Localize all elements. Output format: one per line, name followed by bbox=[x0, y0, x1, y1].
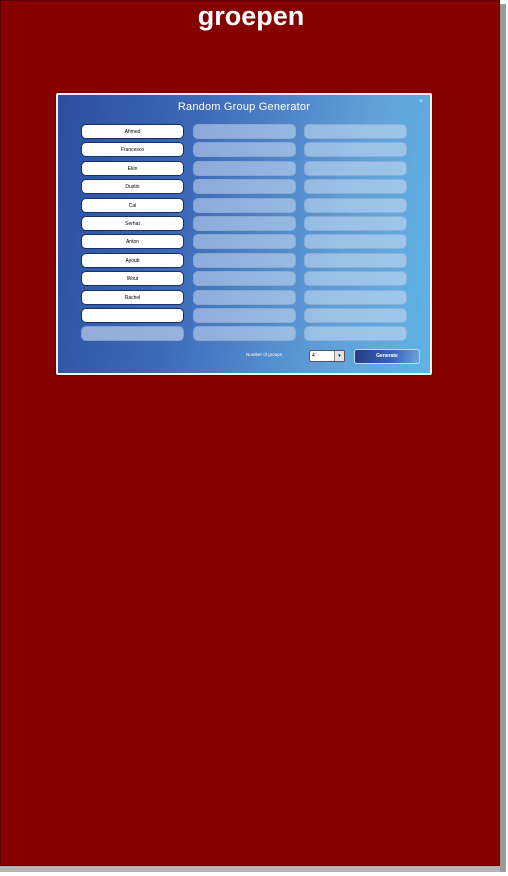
number-of-groups-label: Number of groups bbox=[246, 352, 283, 357]
group-cell bbox=[304, 124, 407, 139]
name-input[interactable]: Cal bbox=[81, 197, 184, 213]
group-cell bbox=[304, 215, 407, 231]
group-cell bbox=[193, 234, 296, 250]
number-of-groups-value: 4 bbox=[312, 353, 315, 359]
group-cell bbox=[193, 215, 296, 231]
group-cell bbox=[193, 179, 296, 195]
generate-button[interactable]: Generate bbox=[354, 349, 420, 364]
page-title: groepen bbox=[197, 1, 305, 31]
page: groepen Random Group Generator × Ahmed F… bbox=[0, 0, 500, 866]
name-input[interactable]: Serhat bbox=[81, 215, 184, 231]
group-cell bbox=[304, 326, 407, 342]
name-input[interactable]: Anton bbox=[81, 234, 184, 250]
name-input[interactable]: Dustin bbox=[81, 179, 184, 195]
group-cell bbox=[304, 307, 407, 323]
name-input[interactable]: Rachel bbox=[81, 289, 184, 305]
name-input[interactable]: Ayoub bbox=[81, 252, 184, 268]
names-column: Ahmed Francesco Ekin Dustin Cal Serhat A… bbox=[81, 124, 184, 345]
group-cell bbox=[304, 197, 407, 213]
group-cell bbox=[193, 160, 296, 176]
group-column-1 bbox=[193, 124, 296, 345]
group-cell bbox=[304, 252, 407, 268]
name-input[interactable]: Ahmed bbox=[81, 124, 184, 139]
number-of-groups-select[interactable]: 4 ▾ bbox=[309, 350, 345, 362]
name-input[interactable]: Wout bbox=[81, 271, 184, 287]
group-cell bbox=[193, 142, 296, 158]
widget-panel: Random Group Generator × Ahmed Francesco… bbox=[58, 95, 430, 373]
close-icon[interactable]: × bbox=[419, 98, 423, 105]
widget-title: Random Group Generator bbox=[177, 101, 311, 113]
random-group-generator-widget: Random Group Generator × Ahmed Francesco… bbox=[56, 93, 432, 375]
group-cell bbox=[304, 234, 407, 250]
group-cell bbox=[304, 289, 407, 305]
group-cell bbox=[304, 160, 407, 176]
page-bottom-bar bbox=[0, 866, 500, 872]
group-cell bbox=[193, 124, 296, 139]
name-input[interactable]: Ekin bbox=[81, 160, 184, 176]
group-cell bbox=[193, 289, 296, 305]
group-cell bbox=[193, 271, 296, 287]
name-input[interactable]: Francesco bbox=[81, 142, 184, 158]
name-input[interactable] bbox=[81, 307, 184, 323]
name-input-empty[interactable] bbox=[81, 326, 184, 342]
group-cell bbox=[193, 252, 296, 268]
chevron-down-icon[interactable]: ▾ bbox=[334, 351, 344, 361]
group-cell bbox=[304, 179, 407, 195]
group-column-2 bbox=[304, 124, 407, 345]
group-cell bbox=[193, 307, 296, 323]
group-cell bbox=[193, 326, 296, 342]
group-cell bbox=[193, 197, 296, 213]
group-cell bbox=[304, 142, 407, 158]
group-cell bbox=[304, 271, 407, 287]
